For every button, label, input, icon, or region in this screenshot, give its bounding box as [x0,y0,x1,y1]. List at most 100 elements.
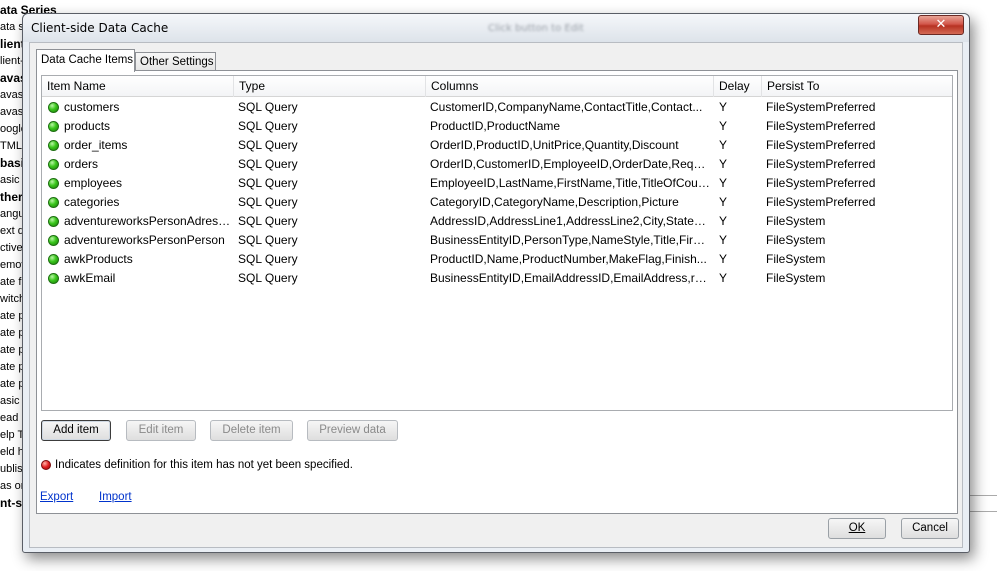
column-header-persist-to[interactable]: Persist To [762,76,952,97]
cell-type: SQL Query [238,157,298,171]
cell-item-name: awkProducts [64,252,133,266]
cell-columns: ProductID,ProductName [430,119,561,133]
cell-columns: BusinessEntityID,PersonType,NameStyle,Ti… [430,233,710,247]
cell-persist-to: FileSystem [766,233,826,247]
background-divider [968,511,997,512]
cell-persist-to: FileSystem [766,252,826,266]
add-item-button[interactable]: Add item [41,420,111,441]
export-link[interactable]: Export [40,491,73,503]
cell-item-name: products [64,119,111,133]
titlebar-hint: Click button to Edit [488,23,584,34]
cell-item-name: order_items [64,138,128,152]
cell-columns: EmployeeID,LastName,FirstName,Title,Titl… [430,176,710,190]
green-status-icon [48,254,59,265]
cell-item-name: adventureworksPersonAdress... [64,214,232,228]
cell-columns: OrderID,CustomerID,EmployeeID,OrderDate,… [430,157,710,171]
column-header-columns[interactable]: Columns [426,76,714,97]
table-row[interactable]: adventureworksPersonAdress... SQL Query Ad… [42,212,952,231]
cell-type: SQL Query [238,252,298,266]
cell-columns: BusinessEntityID,EmailAddressID,EmailAdd… [430,271,710,285]
green-status-icon [48,216,59,227]
table-row[interactable]: categories SQL Query CategoryID,CategoryNa… [42,193,952,212]
table-row[interactable]: orders SQL Query OrderID,CustomerID,Employ… [42,155,952,174]
dialog-titlebar[interactable]: Client-side Data Cache Click button to E… [23,14,969,42]
cell-delay: Y [719,252,728,266]
green-status-icon [48,178,59,189]
import-link[interactable]: Import [99,491,132,503]
cell-delay: Y [719,176,728,190]
close-icon: ✕ [935,17,947,32]
cell-columns: ProductID,Name,ProductNumber,MakeFlag,Fi… [430,252,707,266]
cell-delay: Y [719,119,728,133]
cell-persist-to: FileSystemPreferred [766,195,876,209]
table-row[interactable]: adventureworksPersonPerson SQL Query Busin… [42,231,952,250]
background-divider [968,495,997,496]
tab-label: Other Settings [140,56,214,68]
cell-item-name: employees [64,176,123,190]
cell-delay: Y [719,100,728,114]
close-button[interactable]: ✕ [918,15,964,35]
legend-text: Indicates definition for this item has n… [55,459,353,471]
green-status-icon [48,121,59,132]
cell-delay: Y [719,271,728,285]
cell-item-name: adventureworksPersonPerson [64,233,225,247]
cell-type: SQL Query [238,119,298,133]
tab-data-cache-items[interactable]: Data Cache Items [36,49,135,72]
background-window-right [968,0,997,571]
column-header-type[interactable]: Type [234,76,426,97]
table-row[interactable]: employees SQL Query EmployeeID,LastName,Fi… [42,174,952,193]
tab-other-settings[interactable]: Other Settings [135,52,216,71]
cell-persist-to: FileSystemPreferred [766,119,876,133]
cell-persist-to: FileSystemPreferred [766,138,876,152]
cell-columns: AddressID,AddressLine1,AddressLine2,City… [430,214,710,228]
green-status-icon [48,235,59,246]
cancel-label: Cancel [912,522,948,534]
cancel-button[interactable]: Cancel [901,518,959,539]
green-status-icon [48,159,59,170]
cell-type: SQL Query [238,271,298,285]
grid-header: Item Name Type Columns Delay Persist To [42,76,952,97]
dialog-body: Data Cache Items Other Settings Item Nam… [29,42,963,548]
edit-item-button[interactable]: Edit item [126,420,196,441]
cell-delay: Y [719,214,728,228]
cell-type: SQL Query [238,214,298,228]
cell-persist-to: FileSystemPreferred [766,157,876,171]
green-status-icon [48,102,59,113]
column-header-delay[interactable]: Delay [714,76,762,97]
data-cache-dialog: Client-side Data Cache Click button to E… [22,13,970,553]
green-status-icon [48,273,59,284]
cell-columns: CustomerID,CompanyName,ContactTitle,Cont… [430,100,703,114]
cache-items-grid[interactable]: Item Name Type Columns Delay Persist To … [41,75,953,411]
cell-delay: Y [719,157,728,171]
table-row[interactable]: products SQL Query ProductID,ProductName Y F… [42,117,952,136]
ok-button[interactable]: OK [828,518,886,539]
column-header-item-name[interactable]: Item Name [42,76,234,97]
ok-label: OK [848,522,866,534]
cell-item-name: orders [64,157,99,171]
cell-item-name: customers [64,100,120,114]
cell-item-name: categories [64,195,120,209]
green-status-icon [48,140,59,151]
tab-panel: Item Name Type Columns Delay Persist To … [36,70,958,514]
cell-type: SQL Query [238,195,298,209]
cell-delay: Y [719,233,728,247]
cell-item-name: awkEmail [64,271,116,285]
cell-type: SQL Query [238,100,298,114]
dialog-title: Client-side Data Cache [31,21,169,35]
delete-item-button[interactable]: Delete item [210,420,293,441]
cell-type: SQL Query [238,176,298,190]
table-row[interactable]: customers SQL Query CustomerID,CompanyName… [42,98,952,117]
table-row[interactable]: awkProducts SQL Query ProductID,Name,Produ… [42,250,952,269]
table-row[interactable]: awkEmail SQL Query BusinessEntityID,EmailA… [42,269,952,288]
cell-delay: Y [719,195,728,209]
cell-persist-to: FileSystemPreferred [766,176,876,190]
cell-type: SQL Query [238,138,298,152]
preview-data-button[interactable]: Preview data [307,420,398,441]
red-status-icon [41,460,51,470]
cell-columns: CategoryID,CategoryName,Description,Pict… [430,195,679,209]
cell-type: SQL Query [238,233,298,247]
table-row[interactable]: order_items SQL Query OrderID,ProductID,Un… [42,136,952,155]
cell-delay: Y [719,138,728,152]
green-status-icon [48,197,59,208]
cell-persist-to: FileSystemPreferred [766,100,876,114]
